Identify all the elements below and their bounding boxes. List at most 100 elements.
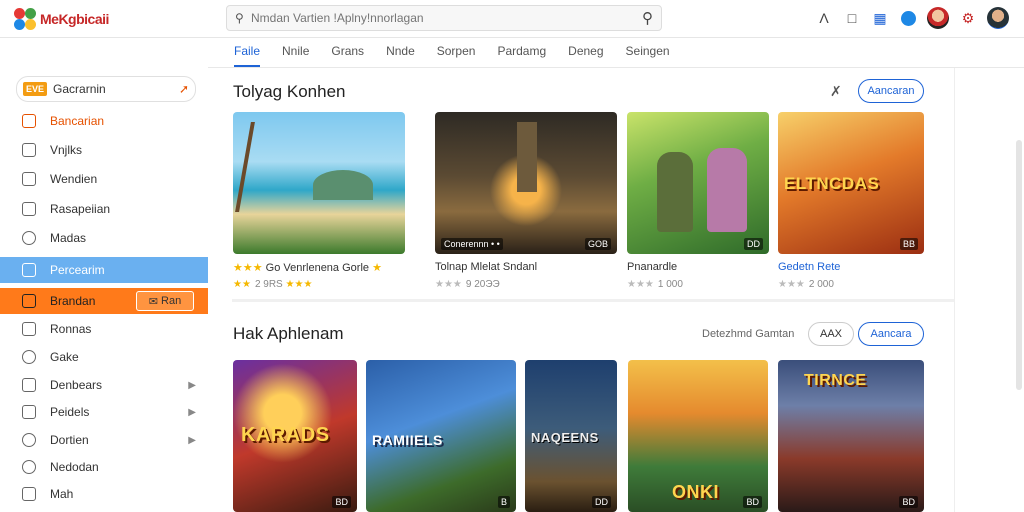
grid-icon xyxy=(22,378,36,392)
top-icons: Λ □ ▦ ⚙ xyxy=(810,5,1014,31)
search-box[interactable]: ⚲ ⚲ xyxy=(226,5,662,31)
sidebar-item-brandan[interactable]: Brandan ✉ Ran xyxy=(0,288,208,314)
section2-filter-box[interactable]: AAX xyxy=(808,322,854,346)
box-icon xyxy=(22,202,36,216)
sidebar-item-label: Wendien xyxy=(50,172,98,186)
card-rating-text: 1 000 xyxy=(657,279,683,290)
tab-nnde[interactable]: Nnde xyxy=(386,44,415,67)
tab-nnile[interactable]: Nnile xyxy=(282,44,309,67)
sidebar-item-label: Madas xyxy=(50,231,87,245)
game-card[interactable]: KARADS BD xyxy=(233,360,357,512)
card-badge: B xyxy=(497,496,510,508)
user-avatar[interactable] xyxy=(927,7,949,29)
sidebar-item-mah[interactable]: Mah xyxy=(0,481,208,507)
list-icon xyxy=(22,143,36,157)
game-card[interactable]: RAMIIELS B xyxy=(366,360,516,512)
tab-faile[interactable]: Faile xyxy=(234,44,261,67)
sidebar-item-label: Ronnas xyxy=(50,322,92,336)
character-shape xyxy=(657,152,693,232)
sidebar-badge: EVE xyxy=(23,82,48,96)
sidebar-item-denbears[interactable]: Denbears ▶ xyxy=(0,372,208,398)
card-badge: BD xyxy=(743,496,762,508)
pin-icon[interactable]: ➚ xyxy=(179,82,189,96)
card-badge: GOB xyxy=(584,238,611,250)
file-icon xyxy=(22,405,36,419)
settings-icon[interactable]: ⚙ xyxy=(954,5,982,31)
sidebar-header-label: Gacrarnin xyxy=(53,82,106,96)
badge-icon[interactable]: ▦ xyxy=(866,5,894,31)
tab-grans[interactable]: Grans xyxy=(331,44,364,67)
card-title-art: TIRNCE xyxy=(804,372,867,389)
sidebar-item-label: Denbears xyxy=(50,378,103,392)
sidebar-item-bancarian[interactable]: Bancarian xyxy=(0,108,208,134)
search-input[interactable] xyxy=(251,11,636,25)
sidebar-item-label: Nedodan xyxy=(50,460,99,474)
tab-pardamg[interactable]: Pardamg xyxy=(497,44,546,67)
tab-seingen[interactable]: Seingen xyxy=(626,44,670,67)
card-rating: ★★★ 1 000 xyxy=(627,279,683,290)
caret-up-icon[interactable]: Λ xyxy=(810,5,838,31)
card-title: Pnanardle xyxy=(627,261,678,273)
chevron-right-icon[interactable]: ▶ xyxy=(188,380,196,391)
card-title-text: Go Venrlenena Gorle xyxy=(265,262,370,274)
magnifier-icon[interactable]: ⚲ xyxy=(642,9,653,27)
card-badge: DD xyxy=(744,238,763,250)
chevron-right-icon[interactable]: ▶ xyxy=(188,435,196,446)
sidebar-item-pill-button[interactable]: ✉ Ran xyxy=(136,291,194,311)
bookmark-icon[interactable]: □ xyxy=(838,5,866,31)
tab-deneg[interactable]: Deneg xyxy=(568,44,603,67)
game-card[interactable]: NAQEENS DD xyxy=(525,360,617,512)
section2-action-button[interactable]: Aancara xyxy=(858,322,924,346)
tab-bar: Faile Nnile Grans Nnde Sorpen Pardamg De… xyxy=(208,40,1024,68)
search-icon: ⚲ xyxy=(235,11,244,25)
card-title-art: RAMIIELS xyxy=(372,432,443,448)
circle-icon xyxy=(22,433,36,447)
app-logo[interactable]: MeKgbicaii xyxy=(14,6,109,32)
sidebar-item-vnjlks[interactable]: Vnjlks xyxy=(0,137,208,163)
card-rating-text: 9 20ЭЭ xyxy=(465,279,500,290)
sidebar-item-wendien[interactable]: Wendien xyxy=(0,166,208,192)
game-card[interactable]: Conerennn • • GOB xyxy=(435,112,617,254)
settings-icon xyxy=(22,350,36,364)
top-bar: MeKgbicaii ⚲ ⚲ Λ □ ▦ ⚙ xyxy=(0,0,1024,38)
sidebar-item-nedodan[interactable]: Nedodan xyxy=(0,454,208,480)
game-card[interactable]: ELTNCDAS BB xyxy=(778,112,924,254)
tab-sorpen[interactable]: Sorpen xyxy=(437,44,476,67)
sidebar-item-percearim[interactable]: Percearim xyxy=(0,257,208,283)
close-x-icon[interactable]: ✗ xyxy=(830,83,842,100)
card-rating: ★★★ 2 000 xyxy=(778,279,834,290)
sidebar-item-gake[interactable]: Gake xyxy=(0,344,208,370)
game-card[interactable] xyxy=(233,112,405,254)
home-icon xyxy=(22,487,36,501)
game-card[interactable]: DD xyxy=(627,112,769,254)
sidebar-item-peidels[interactable]: Peidels ▶ xyxy=(0,399,208,425)
card-badge: DD xyxy=(592,496,611,508)
pill-label: Ran xyxy=(161,295,182,307)
sidebar-item-madas[interactable]: Madas xyxy=(0,225,208,251)
profile-avatar[interactable] xyxy=(987,7,1009,29)
card-badge: BD xyxy=(899,496,918,508)
logo-text: MeKgbicaii xyxy=(40,11,109,27)
clock-icon xyxy=(22,460,36,474)
scrollbar[interactable] xyxy=(1016,140,1022,390)
sidebar-item-ronnas[interactable]: Ronnas xyxy=(0,316,208,342)
game-card[interactable]: ONKI BD xyxy=(628,360,768,512)
sidebar-item-dortien[interactable]: Dortien ▶ xyxy=(0,427,208,453)
island-shape xyxy=(313,170,373,200)
section1-action-button[interactable]: Aancaran xyxy=(858,79,924,103)
sidebar-item-label: Brandan xyxy=(50,294,96,308)
game-card[interactable]: TIRNCE BD xyxy=(778,360,924,512)
sidebar-item-label: Percearim xyxy=(50,263,105,277)
card-banner: Conerennn • • xyxy=(441,238,503,250)
sidebar-item-rasapeiian[interactable]: Rasapeiian xyxy=(0,196,208,222)
sidebar: EVE Gacrarnin ➚ Bancarian Vnjlks Wendien… xyxy=(0,68,208,512)
card-badge: BD xyxy=(332,496,351,508)
notification-icon[interactable] xyxy=(894,5,922,31)
card-title-art: ONKI xyxy=(672,482,719,502)
chevron-right-icon[interactable]: ▶ xyxy=(188,407,196,418)
sidebar-header[interactable]: EVE Gacrarnin ➚ xyxy=(16,76,196,102)
character-shape xyxy=(707,148,747,232)
sidebar-item-label: Mah xyxy=(50,487,74,501)
sidebar-item-label: Dortien xyxy=(50,433,89,447)
card-rating-text: 2 9RS xyxy=(254,279,283,290)
